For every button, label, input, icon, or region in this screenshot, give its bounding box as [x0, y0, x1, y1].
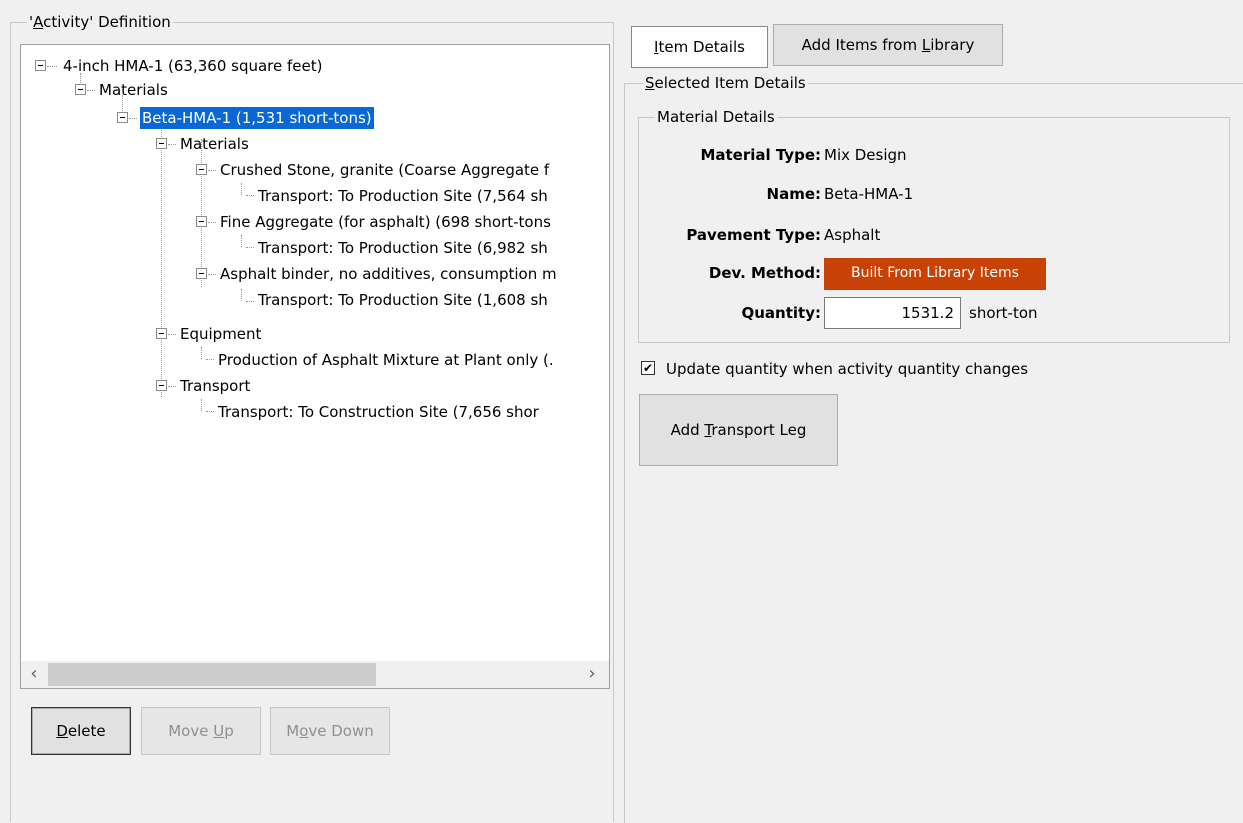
- tree-connector: [246, 247, 254, 248]
- collapse-toggle-icon[interactable]: [117, 112, 128, 123]
- name-label: Name:: [766, 185, 821, 203]
- name-value: Beta-HMA-1: [824, 185, 914, 203]
- pavement-type-label: Pavement Type:: [686, 226, 821, 244]
- tab-library-key: L: [921, 36, 931, 54]
- tree-connector: [241, 235, 242, 247]
- tree-connector: [241, 289, 242, 301]
- tree-connector: [246, 301, 254, 302]
- collapse-toggle-icon[interactable]: [196, 164, 207, 175]
- tree-node-label[interactable]: Transport: To Production Site (1,608 sh: [256, 289, 550, 311]
- collapse-toggle-icon[interactable]: [156, 328, 167, 339]
- tab-item-details[interactable]: Item Details: [631, 26, 768, 68]
- tab-add-items-from-library[interactable]: Add Items from Library: [773, 24, 1003, 66]
- collapse-toggle-icon[interactable]: [75, 84, 86, 95]
- tree-node-label[interactable]: Transport: To Production Site (6,982 sh: [256, 237, 550, 259]
- quantity-label: Quantity:: [741, 304, 822, 322]
- tree-connector: [201, 139, 202, 287]
- tree-node-label[interactable]: Equipment: [178, 323, 263, 345]
- delete-label-key: D: [56, 722, 68, 740]
- material-type-label: Material Type:: [700, 146, 821, 164]
- tree-connector: [206, 411, 214, 412]
- add-transport-leg-button[interactable]: Add Transport Leg: [639, 394, 838, 466]
- add-transport-leg-rest: ransport Leg: [711, 421, 807, 439]
- tree-node-label[interactable]: Materials: [178, 133, 251, 155]
- move-up-label: Move: [168, 722, 214, 740]
- tree-node-label-selected[interactable]: Beta-HMA-1 (1,531 short-tons): [140, 107, 374, 129]
- tree-node-label[interactable]: 4-inch HMA-1 (63,360 square feet): [61, 55, 324, 77]
- dev-method-label: Dev. Method:: [708, 264, 821, 282]
- quantity-unit: short-ton: [969, 304, 1038, 322]
- tree-node-label[interactable]: Transport: [178, 375, 252, 397]
- move-down-button[interactable]: Move Down: [270, 707, 390, 755]
- tree-node-label[interactable]: Transport: To Construction Site (7,656 s…: [216, 401, 541, 423]
- selected-item-details-title: Selected Item Details: [643, 74, 808, 92]
- collapse-toggle-icon[interactable]: [156, 380, 167, 391]
- add-transport-leg-label: Add: [670, 421, 705, 439]
- move-down-label-rest: ve Down: [308, 722, 374, 740]
- delete-button[interactable]: Delete: [31, 707, 131, 755]
- scroll-thumb[interactable]: [48, 663, 376, 686]
- tree-node-label[interactable]: Fine Aggregate (for asphalt) (698 short-…: [218, 211, 553, 233]
- move-down-label-key: o: [299, 722, 309, 740]
- tree-node-label[interactable]: Asphalt binder, no additives, consumptio…: [218, 263, 559, 285]
- activity-tree[interactable]: 4-inch HMA-1 (63,360 square feet) Materi…: [20, 44, 610, 689]
- collapse-toggle-icon[interactable]: [35, 60, 46, 71]
- tree-connector: [161, 117, 162, 397]
- move-down-label: M: [286, 722, 300, 740]
- tab-library-label: Add Items from: [801, 36, 922, 54]
- tree-connector: [246, 195, 254, 196]
- update-quantity-label[interactable]: Update quantity when activity quantity c…: [666, 359, 1028, 379]
- scroll-left-arrow-icon[interactable]: ‹: [25, 665, 43, 683]
- delete-label-rest: elete: [67, 722, 106, 740]
- tab-item-details-label: tem Details: [658, 38, 745, 56]
- move-up-label-key: U: [213, 722, 225, 740]
- material-type-value: Mix Design: [824, 146, 907, 164]
- tree-connector: [201, 399, 202, 411]
- quantity-input[interactable]: [824, 297, 961, 329]
- tree-node-label[interactable]: Production of Asphalt Mixture at Plant o…: [216, 349, 556, 371]
- tab-library-rest: ibrary: [930, 36, 975, 54]
- tree-node-label[interactable]: Materials: [97, 79, 170, 101]
- tree-connector: [241, 183, 242, 195]
- pavement-type-value: Asphalt: [824, 226, 881, 244]
- horizontal-scrollbar[interactable]: ‹ ›: [21, 661, 609, 688]
- activity-definition-title: 'Activity' Definition: [27, 13, 173, 31]
- collapse-toggle-icon[interactable]: [196, 216, 207, 227]
- dev-method-badge: Built From Library Items: [824, 258, 1046, 290]
- tree-connector: [206, 359, 214, 360]
- update-quantity-checkbox[interactable]: ✔: [641, 361, 655, 375]
- collapse-toggle-icon[interactable]: [196, 268, 207, 279]
- move-up-button[interactable]: Move Up: [141, 707, 261, 755]
- scroll-right-arrow-icon[interactable]: ›: [583, 665, 601, 683]
- tree-node-label[interactable]: Crushed Stone, granite (Coarse Aggregate…: [218, 159, 551, 181]
- move-up-label-rest: p: [224, 722, 234, 740]
- material-details-title: Material Details: [655, 108, 777, 126]
- tree-connector: [201, 347, 202, 359]
- collapse-toggle-icon[interactable]: [156, 138, 167, 149]
- tree-node-label[interactable]: Transport: To Production Site (7,564 sh: [256, 185, 550, 207]
